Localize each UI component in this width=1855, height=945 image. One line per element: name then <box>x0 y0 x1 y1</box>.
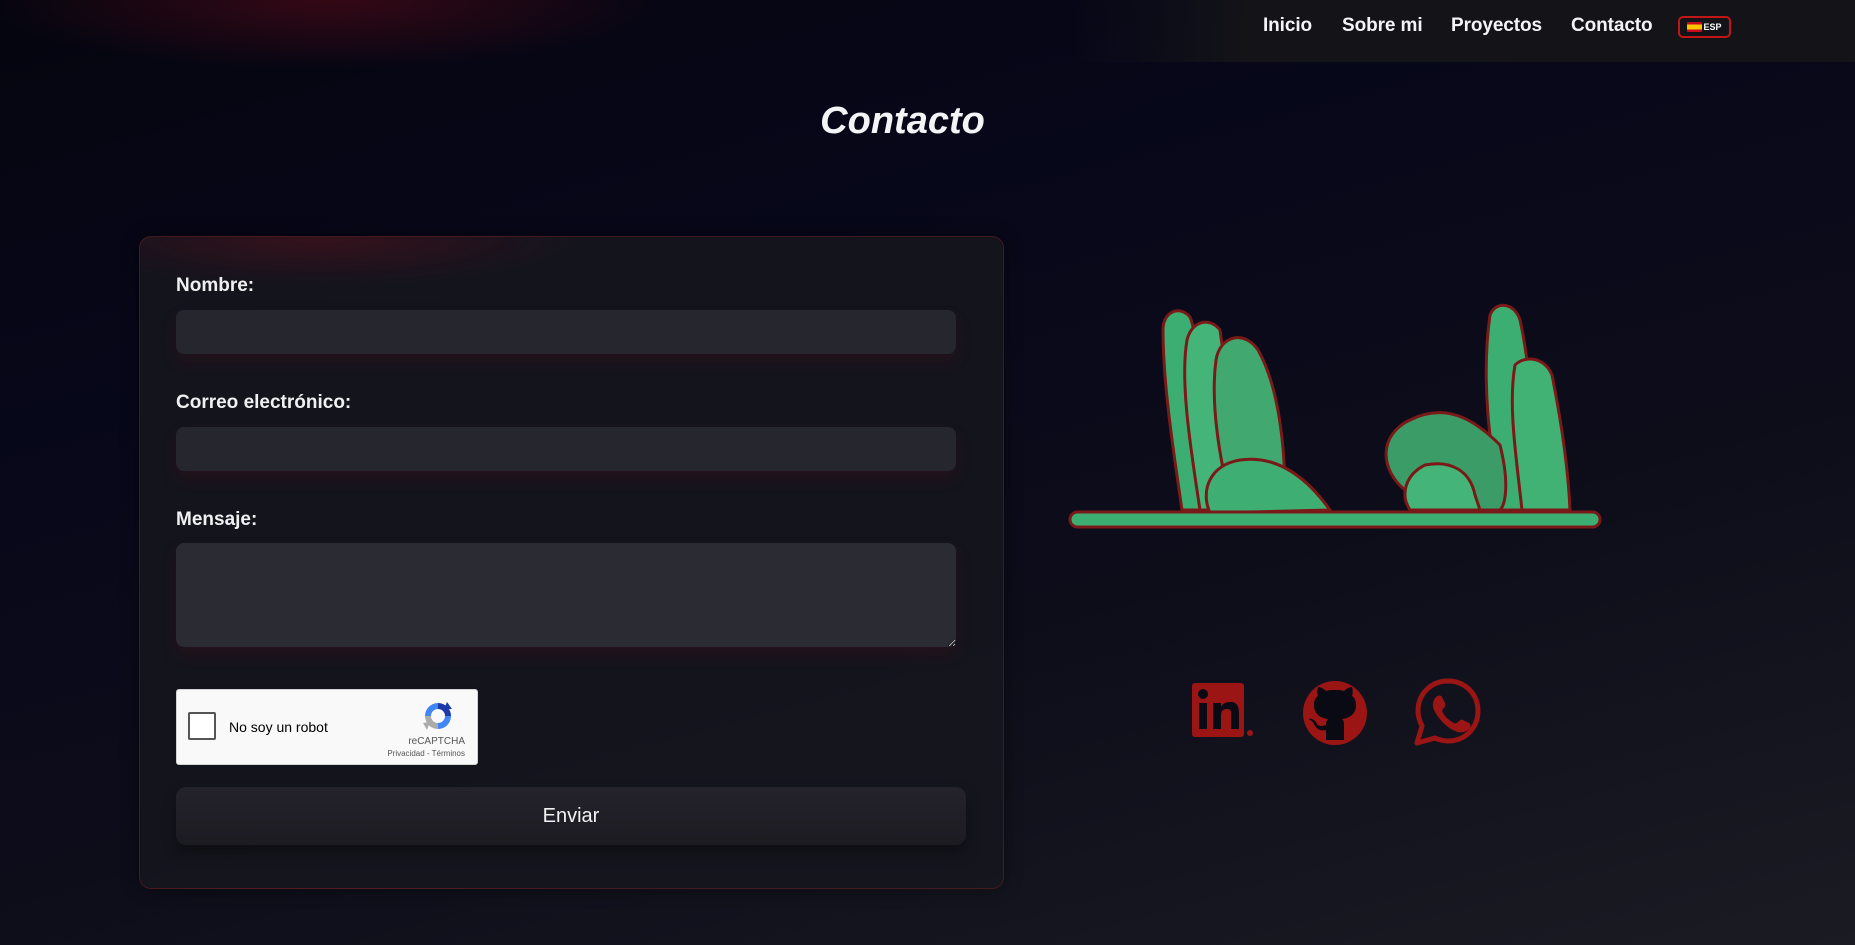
email-input[interactable] <box>176 427 956 471</box>
message-textarea[interactable] <box>176 543 956 647</box>
linkedin-icon[interactable] <box>1190 681 1256 741</box>
left-hand-palm <box>1204 457 1332 515</box>
recaptcha-logo-icon <box>423 702 452 730</box>
waving-hands-illustration <box>1068 304 1602 529</box>
ground-bar <box>1068 510 1602 529</box>
recaptcha-widget: No soy un robot reCAPTCHA Privacidad - T… <box>176 689 478 765</box>
spain-flag-icon <box>1687 22 1703 32</box>
right-hand-finger-2 <box>1510 357 1572 512</box>
contact-form: Nombre: Correo electrónico: Mensaje: No … <box>139 236 1004 889</box>
recaptcha-terms-link[interactable]: Términos <box>432 749 465 758</box>
submit-button[interactable]: Enviar <box>176 787 966 845</box>
recaptcha-separator: - <box>426 749 430 758</box>
language-button[interactable]: ESP <box>1678 16 1731 38</box>
github-icon[interactable] <box>1302 680 1368 746</box>
name-label: Nombre: <box>176 275 255 296</box>
language-label: ESP <box>1703 22 1722 32</box>
message-label: Mensaje: <box>176 509 258 530</box>
nav-link-inicio[interactable]: Inicio <box>1263 15 1312 37</box>
recaptcha-brand: reCAPTCHA <box>408 736 465 747</box>
name-input[interactable] <box>176 310 956 354</box>
page-title: Contacto <box>820 100 985 142</box>
recaptcha-privacy-link[interactable]: Privacidad <box>387 749 424 758</box>
nav-link-contacto[interactable]: Contacto <box>1571 15 1653 37</box>
recaptcha-label: No soy un robot <box>229 719 328 735</box>
email-label: Correo electrónico: <box>176 392 352 413</box>
nav-link-sobre-mi[interactable]: Sobre mi <box>1342 15 1423 37</box>
recaptcha-checkbox[interactable] <box>188 712 216 740</box>
recaptcha-links: Privacidad - Términos <box>387 749 465 758</box>
nav-link-proyectos[interactable]: Proyectos <box>1451 15 1542 37</box>
whatsapp-icon[interactable] <box>1414 678 1482 746</box>
